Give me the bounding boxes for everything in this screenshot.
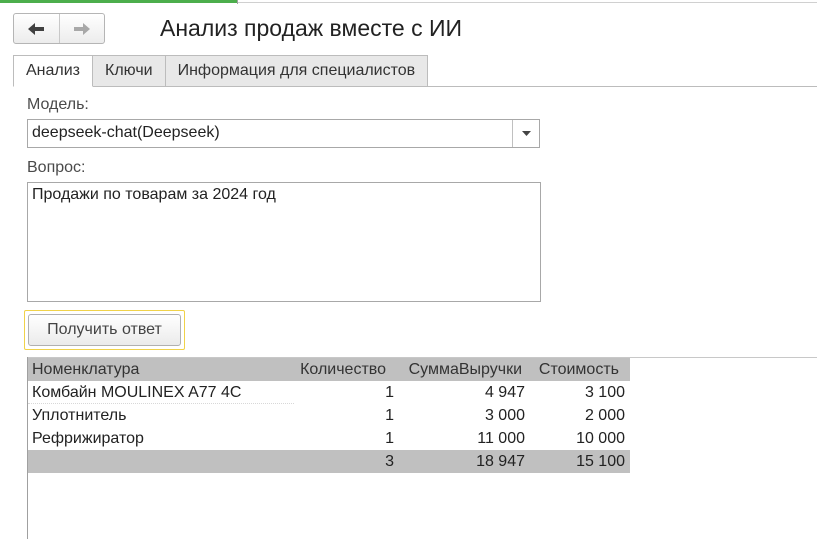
model-select-value: deepseek-chat(Deepseek) [32,124,220,141]
navigation-buttons [13,13,105,44]
table-row[interactable]: Уплотнитель 1 3 000 2 000 [28,404,630,427]
dropdown-button[interactable] [512,120,539,147]
back-button[interactable] [14,14,59,43]
question-input[interactable]: Продажи по товарам за 2024 год [27,182,541,302]
cell-cost: 3 100 [584,384,625,401]
total-cost: 15 100 [576,453,625,470]
model-select[interactable]: deepseek-chat(Deepseek) [27,119,540,148]
total-revenue: 18 947 [476,453,525,470]
cell-cost: 2 000 [584,407,625,424]
cell-revenue: 3 000 [484,407,525,424]
question-label: Вопрос: [27,159,86,176]
tab-specialist-info[interactable]: Информация для специалистов [164,55,429,87]
table-row[interactable]: Рефрижиратор 1 11 000 10 000 [28,427,630,450]
results-table: Номенклатура Количество СуммаВыручки Сто… [28,358,630,473]
cell-quantity: 1 [385,430,394,447]
column-header-revenue[interactable]: СуммаВыручки [409,358,522,381]
cell-revenue: 4 947 [484,384,525,401]
cell-nomenclature: Комбайн MOULINEX A77 4C [32,384,242,401]
arrow-left-icon [28,22,45,35]
forward-button[interactable] [58,14,105,43]
top-border [238,2,817,3]
cell-cost: 10 000 [576,430,625,447]
tab-analysis[interactable]: Анализ [13,55,94,87]
table-totals-row: 3 18 947 15 100 [28,450,630,473]
column-header-nomenclature[interactable]: Номенклатура [32,358,139,381]
cell-nomenclature: Уплотнитель [32,407,127,424]
arrow-right-icon [73,22,90,35]
submit-button-focus: Получить ответ [24,310,185,350]
cell-nomenclature: Рефрижиратор [32,430,144,447]
active-window-indicator [0,0,238,3]
tab-bar: Анализ Ключи Информация для специалистов [13,55,429,87]
tab-divider [95,86,817,87]
model-label: Модель: [27,96,89,113]
cell-revenue: 11 000 [477,430,525,447]
page-title: Анализ продаж вместе с ИИ [160,15,463,41]
table-row[interactable]: Комбайн MOULINEX A77 4C 1 4 947 3 100 [28,381,630,404]
total-quantity: 3 [385,453,394,470]
cell-quantity: 1 [385,384,394,401]
tab-keys[interactable]: Ключи [92,55,166,87]
chevron-down-icon [521,131,531,136]
cell-quantity: 1 [385,407,394,424]
column-header-cost[interactable]: Стоимость [539,358,619,381]
column-header-quantity[interactable]: Количество [300,358,386,381]
table-header: Номенклатура Количество СуммаВыручки Сто… [28,358,630,381]
get-answer-button[interactable]: Получить ответ [28,314,181,346]
